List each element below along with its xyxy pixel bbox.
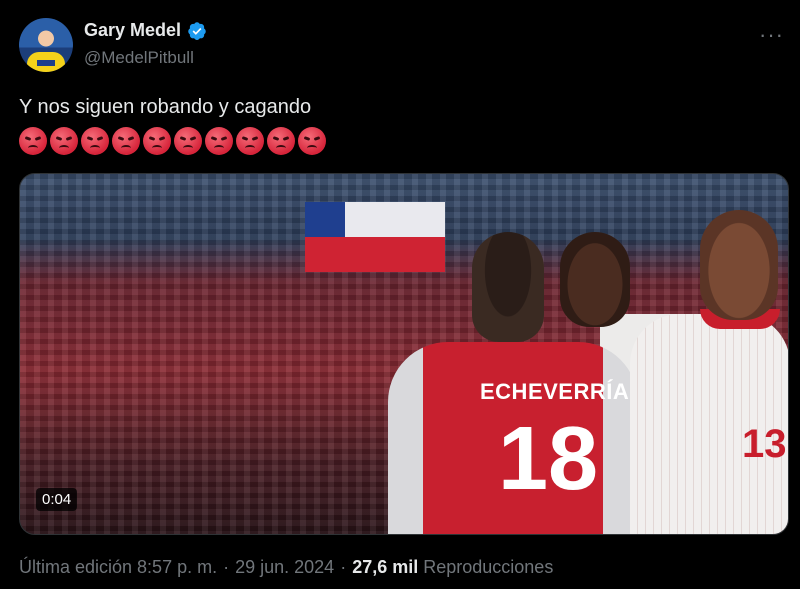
angry-face-emoji bbox=[205, 127, 233, 155]
angry-face-emoji bbox=[81, 127, 109, 155]
video-player[interactable]: ECHEVERRÍA 18 13 0:04 bbox=[19, 173, 789, 535]
jersey-number: 18 bbox=[498, 409, 599, 509]
author-name-row: Gary Medel bbox=[84, 20, 207, 41]
video-duration-badge: 0:04 bbox=[36, 488, 78, 511]
opponent-jersey-number: 13 bbox=[742, 422, 787, 466]
avatar-shirt bbox=[27, 52, 65, 72]
author-handle[interactable]: @MedelPitbull bbox=[84, 48, 194, 68]
angry-face-emoji bbox=[267, 127, 295, 155]
meta-separator: · bbox=[223, 557, 230, 577]
player-white-right-head bbox=[700, 210, 778, 320]
chile-flag bbox=[305, 202, 445, 272]
verified-badge-icon bbox=[188, 21, 206, 40]
views-count: 27,6 mil bbox=[352, 557, 419, 577]
tweet-meta: Última edición 8:57 p. m. · 29 jun. 2024… bbox=[19, 557, 553, 578]
angry-face-emoji bbox=[143, 127, 171, 155]
player-red-head bbox=[472, 232, 544, 342]
post-date[interactable]: 29 jun. 2024 bbox=[235, 557, 334, 578]
angry-face-emoji bbox=[19, 127, 47, 155]
angry-face-emoji bbox=[112, 127, 140, 155]
angry-face-emoji bbox=[236, 127, 264, 155]
meta-separator: · bbox=[340, 557, 347, 577]
author-display-name[interactable]: Gary Medel bbox=[84, 20, 181, 41]
angry-face-emoji bbox=[298, 127, 326, 155]
emoji-row bbox=[19, 127, 326, 155]
player-white-middle-head bbox=[560, 232, 630, 327]
angry-face-emoji bbox=[50, 127, 78, 155]
angry-face-emoji bbox=[174, 127, 202, 155]
edited-timestamp[interactable]: Última edición 8:57 p. m. bbox=[19, 557, 217, 578]
more-options-icon[interactable]: ··· bbox=[759, 22, 784, 48]
views-label: Reproducciones bbox=[423, 557, 554, 577]
author-avatar[interactable] bbox=[19, 18, 73, 72]
jersey-name: ECHEVERRÍA bbox=[480, 379, 630, 404]
tweet-text: Y nos siguen robando y cagando bbox=[19, 96, 312, 118]
